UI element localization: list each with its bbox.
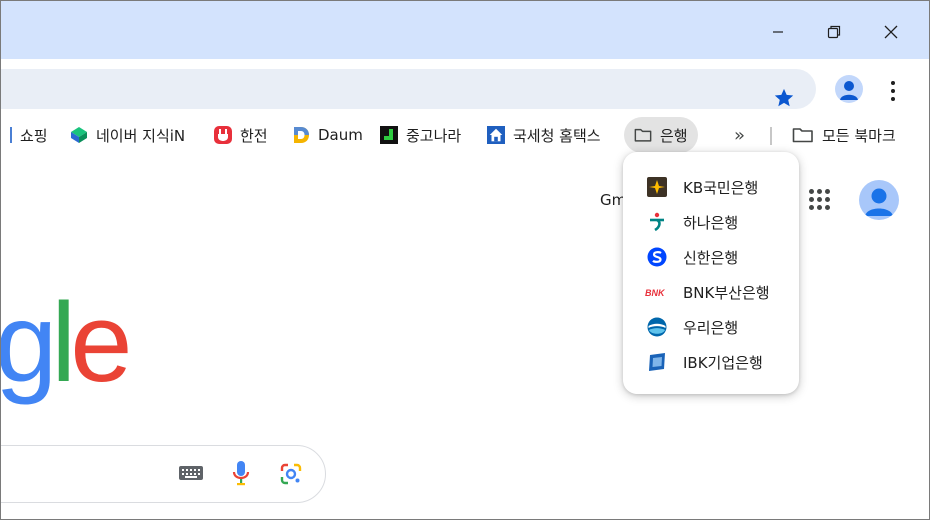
minimize-icon bbox=[773, 31, 783, 33]
bookmark-folder-bank[interactable]: 은행 bbox=[624, 117, 698, 153]
bookmark-daum[interactable]: Daum bbox=[292, 117, 363, 153]
close-icon bbox=[884, 25, 898, 39]
all-bookmarks-button[interactable]: 모든 북마크 bbox=[792, 117, 896, 153]
bookmark-joonggonara[interactable]: 중고나라 bbox=[380, 117, 461, 153]
bookmark-kepco[interactable]: 한전 bbox=[214, 117, 268, 153]
menu-item-bnk-bank[interactable]: BNK BNK부산은행 bbox=[623, 275, 799, 309]
kepco-icon bbox=[214, 126, 232, 144]
joonggonara-icon bbox=[380, 126, 398, 144]
bookmarks-overflow-button[interactable]: » bbox=[734, 117, 745, 153]
bank-folder-dropdown: KB국민은행 하나은행 신한은행 BNK BNK부산은행 우리은행 IBK기업은… bbox=[623, 152, 799, 394]
google-search-box[interactable] bbox=[1, 445, 326, 503]
menu-item-kb-bank[interactable]: KB국민은행 bbox=[623, 170, 799, 204]
daum-icon bbox=[292, 126, 310, 144]
hometax-icon bbox=[487, 126, 505, 144]
browser-window: 쇼핑 네이버 지식iN 한전 Daum 중고나라 국세청 홈택스 은행 » 모든… bbox=[0, 0, 930, 520]
voice-search-mic-icon[interactable] bbox=[232, 460, 250, 488]
more-menu-icon[interactable] bbox=[887, 79, 899, 103]
ibk-bank-icon bbox=[647, 352, 667, 372]
hana-bank-icon bbox=[647, 212, 667, 232]
bookmarks-bar: 쇼핑 네이버 지식iN 한전 Daum 중고나라 국세청 홈택스 은행 » 모든… bbox=[1, 117, 929, 155]
google-logo: gle bbox=[0, 280, 133, 405]
shinhan-bank-icon bbox=[647, 247, 667, 267]
menu-item-hana-bank[interactable]: 하나은행 bbox=[623, 205, 799, 239]
address-bar[interactable] bbox=[1, 69, 816, 109]
folder-icon bbox=[634, 126, 652, 144]
bookmark-star-icon[interactable] bbox=[773, 87, 795, 109]
menu-item-woori-bank[interactable]: 우리은행 bbox=[623, 310, 799, 344]
bookmarks-separator bbox=[770, 127, 772, 145]
title-bar bbox=[1, 1, 929, 59]
person-icon bbox=[840, 81, 858, 100]
menu-item-ibk-bank[interactable]: IBK기업은행 bbox=[623, 345, 799, 379]
bnk-wordmark: BNK bbox=[645, 288, 666, 297]
naver-kin-icon bbox=[70, 126, 88, 144]
folder-icon bbox=[792, 126, 814, 144]
close-button[interactable] bbox=[876, 17, 906, 47]
toolbar bbox=[1, 59, 929, 111]
shopping-icon bbox=[8, 126, 14, 144]
google-lens-icon[interactable] bbox=[279, 462, 303, 486]
menu-item-shinhan-bank[interactable]: 신한은행 bbox=[623, 240, 799, 274]
bookmark-naver-kin[interactable]: 네이버 지식iN bbox=[70, 117, 185, 153]
profile-avatar-button[interactable] bbox=[835, 75, 863, 103]
google-apps-icon[interactable] bbox=[809, 189, 833, 213]
bnk-bank-icon: BNK bbox=[645, 282, 669, 302]
keyboard-icon[interactable] bbox=[178, 464, 204, 482]
kb-bank-icon bbox=[647, 177, 667, 197]
restore-button[interactable] bbox=[819, 17, 849, 47]
person-icon bbox=[865, 188, 893, 216]
restore-icon bbox=[827, 25, 841, 39]
bookmark-shopping[interactable]: 쇼핑 bbox=[8, 117, 48, 153]
minimize-button[interactable] bbox=[763, 17, 793, 47]
bookmark-hometax[interactable]: 국세청 홈택스 bbox=[487, 117, 601, 153]
google-account-avatar[interactable] bbox=[859, 180, 899, 220]
woori-bank-icon bbox=[647, 317, 667, 337]
